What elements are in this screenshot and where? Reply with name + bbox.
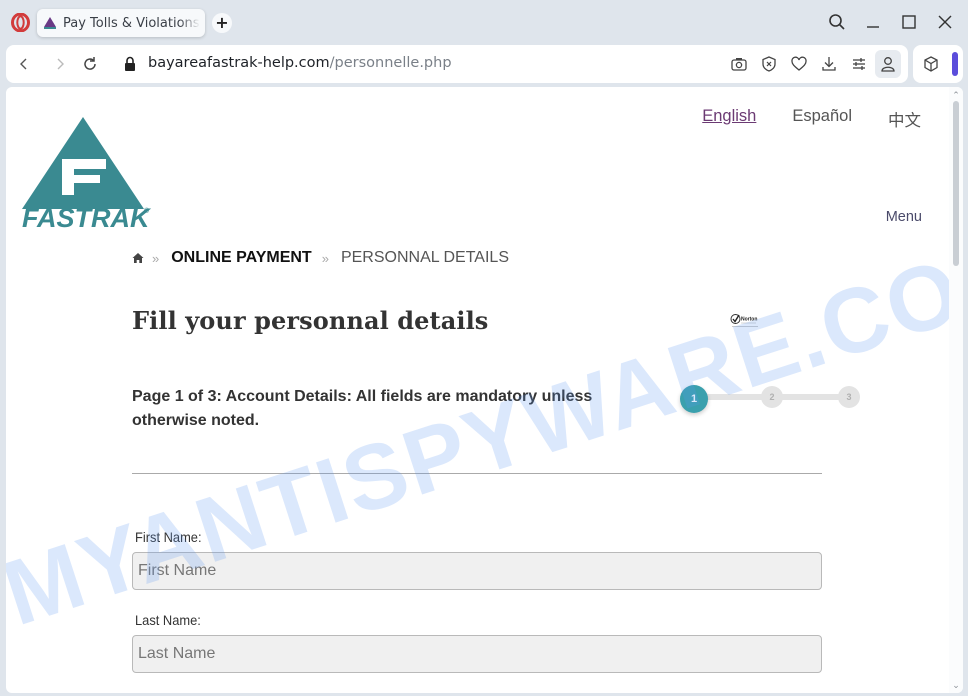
vertical-scrollbar[interactable]: ⌃ ⌄ — [949, 87, 963, 693]
step-1: 1 — [680, 385, 708, 413]
download-icon[interactable] — [820, 55, 838, 73]
fastrak-logo[interactable]: FASTRAK ® — [20, 115, 154, 231]
heart-icon[interactable] — [790, 55, 808, 73]
last-name-input[interactable] — [132, 635, 822, 673]
breadcrumb-separator: » — [152, 250, 160, 266]
url-path: /personnelle.php — [329, 55, 452, 71]
breadcrumb: » ONLINE PAYMENT » PERSONNAL DETAILS — [132, 249, 509, 267]
lang-chinese-link[interactable]: 中文 — [888, 107, 921, 131]
cube-extension-icon[interactable] — [922, 55, 940, 73]
lang-english-link[interactable]: English — [702, 107, 756, 131]
sidebar-toggle-area — [913, 45, 963, 83]
web-viewport: FASTRAK ® English Español 中文 Menu » ONLI… — [6, 87, 963, 693]
breadcrumb-current: PERSONNAL DETAILS — [340, 249, 509, 266]
norton-badge-icon: Norton — [730, 314, 758, 327]
url-domain: bayareafastrak-help.com — [148, 55, 330, 71]
breadcrumb-separator: » — [321, 250, 329, 266]
reload-icon[interactable] — [80, 54, 100, 74]
settings-sliders-icon[interactable] — [850, 55, 868, 73]
lock-icon[interactable] — [120, 54, 140, 74]
browser-titlebar: Pay Tolls & Violations + — [0, 0, 968, 44]
scroll-up-icon[interactable]: ⌃ — [951, 90, 961, 100]
fastrak-favicon-icon — [44, 17, 56, 29]
profile-button[interactable] — [875, 50, 901, 78]
minimize-icon[interactable] — [863, 12, 883, 32]
address-bar: bayareafastrak-help.com/personnelle.php — [6, 45, 908, 83]
browser-tab[interactable]: Pay Tolls & Violations — [37, 9, 205, 37]
menu-button[interactable]: Menu — [886, 209, 922, 225]
breadcrumb-online-payment[interactable]: ONLINE PAYMENT — [171, 249, 311, 267]
page-title: Fill your personnal details — [132, 306, 489, 335]
scroll-thumb[interactable] — [953, 101, 959, 266]
forward-icon[interactable] — [50, 54, 70, 74]
profile-icon — [881, 57, 895, 72]
scroll-down-icon[interactable]: ⌄ — [951, 680, 961, 690]
section-divider — [132, 473, 822, 474]
logo-text: FASTRAK — [22, 203, 152, 231]
close-icon[interactable] — [935, 12, 955, 32]
new-tab-button[interactable]: + — [212, 13, 232, 33]
home-icon[interactable] — [132, 252, 144, 264]
svg-text:®: ® — [144, 207, 150, 215]
progress-stepper: 1 2 3 — [680, 385, 862, 413]
last-name-label: Last Name: — [135, 612, 201, 628]
url-field[interactable]: bayareafastrak-help.com/personnelle.php — [148, 55, 452, 71]
first-name-input[interactable] — [132, 552, 822, 590]
page-info-text: Page 1 of 3: Account Details: All fields… — [132, 388, 593, 429]
search-icon[interactable] — [827, 12, 847, 32]
opera-logo-icon[interactable] — [11, 13, 30, 32]
step-3: 3 — [838, 386, 860, 408]
lang-spanish-link[interactable]: Español — [792, 107, 852, 131]
sidebar-accent-handle[interactable] — [952, 52, 958, 76]
step-2: 2 — [761, 386, 783, 408]
maximize-icon[interactable] — [899, 12, 919, 32]
first-name-label: First Name: — [135, 529, 202, 545]
shield-icon[interactable] — [760, 55, 778, 73]
camera-icon[interactable] — [730, 55, 748, 73]
svg-text:Norton: Norton — [741, 317, 757, 323]
tab-title: Pay Tolls & Violations — [63, 15, 200, 31]
back-icon[interactable] — [14, 54, 34, 74]
language-nav: English Español 中文 — [702, 107, 921, 131]
